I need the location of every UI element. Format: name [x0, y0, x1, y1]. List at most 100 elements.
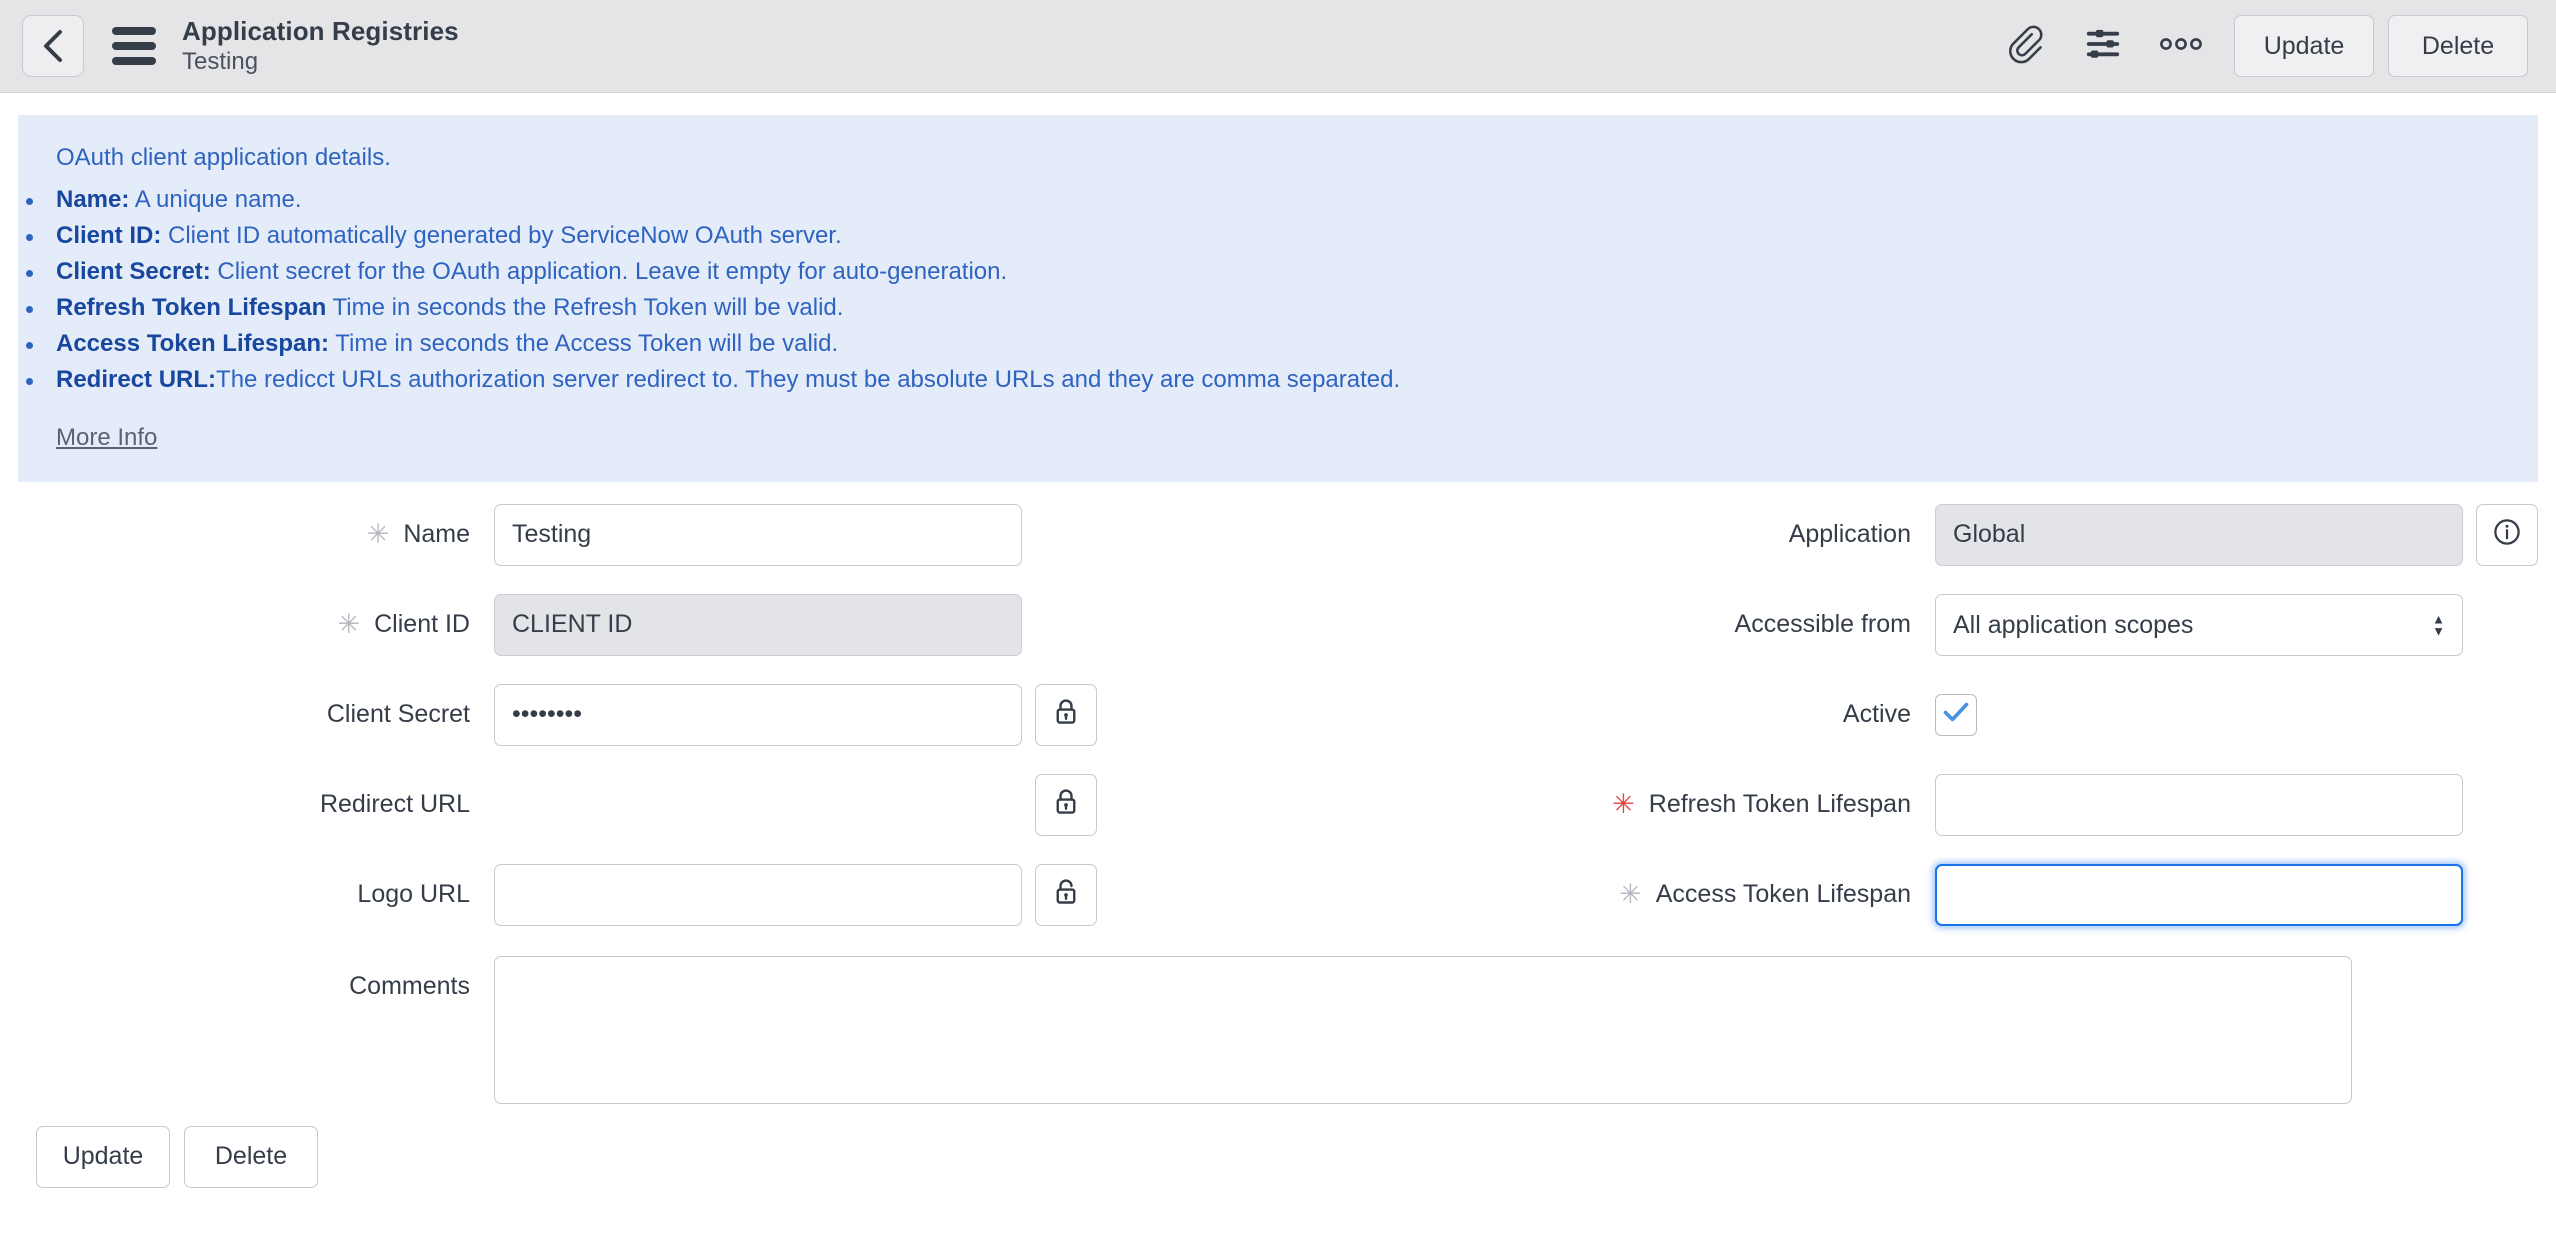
back-button[interactable] — [22, 15, 84, 77]
banner-item-term: Redirect URL: — [56, 365, 217, 393]
name-input[interactable] — [494, 503, 1022, 566]
optional-asterisk-icon: ✳ — [337, 609, 361, 641]
page-title: Application Registries — [182, 15, 459, 46]
control-redirect-url — [494, 773, 1097, 836]
footer-delete-button[interactable]: Delete — [184, 1125, 318, 1188]
field-row-application: Application — [1191, 503, 2538, 594]
client-secret-input[interactable] — [494, 683, 1022, 746]
logo-url-input[interactable] — [494, 863, 1022, 926]
required-asterisk-icon: ✳ — [1612, 789, 1635, 821]
access-token-lifespan-input[interactable] — [1935, 863, 2463, 926]
optional-asterisk-icon: ✳ — [366, 519, 390, 551]
header-delete-button[interactable]: Delete — [2388, 15, 2528, 77]
control-active — [1935, 684, 1977, 736]
optional-asterisk-icon: ✳ — [1619, 879, 1642, 911]
application-info-button[interactable] — [2476, 503, 2538, 566]
footer-update-button[interactable]: Update — [36, 1125, 170, 1188]
accessible-from-select[interactable]: All application scopes This application … — [1935, 593, 2463, 656]
banner-list-item: Name: A unique name. — [26, 182, 2504, 218]
hamburger-bar-2 — [112, 42, 156, 50]
field-row-access-token-lifespan: ✳ Access Token Lifespan — [1191, 863, 2538, 954]
record-title: Testing — [182, 48, 259, 76]
banner-list-item: Access Token Lifespan: Time in seconds t… — [26, 326, 2504, 362]
form-column-right: Application Global Accessible from All a… — [1191, 503, 2538, 954]
ellipsis-icon — [2159, 36, 2203, 57]
field-row-redirect-url: Redirect URL — [18, 773, 1191, 864]
sliders-icon — [2084, 25, 2122, 68]
hamburger-bar-3 — [112, 57, 156, 65]
active-checkbox[interactable] — [1935, 693, 1977, 736]
app-header: Application Registries Testing Update De… — [0, 0, 2556, 93]
field-row-client-secret: Client Secret — [18, 683, 1191, 774]
chevron-left-icon — [40, 29, 66, 63]
label-text: Name — [403, 520, 470, 549]
hamburger-bar-1 — [112, 27, 156, 35]
banner-item-term: Client ID: — [56, 221, 162, 249]
banner-list-item: Client Secret: Client secret for the OAu… — [26, 254, 2504, 290]
banner-item-term: Refresh Token Lifespan — [56, 293, 327, 321]
banner-item-term: Name: — [56, 185, 130, 213]
banner-list-item: Client ID: Client ID automatically gener… — [26, 218, 2504, 254]
header-actions: Update Delete — [1986, 15, 2528, 77]
client-id-input[interactable] — [494, 593, 1022, 656]
field-row-active: Active — [1191, 684, 2538, 774]
label-application: Application — [1191, 504, 1935, 566]
lock-closed-icon — [1053, 787, 1079, 822]
field-row-client-id: ✳ Client ID — [18, 593, 1191, 684]
more-options-button[interactable] — [2142, 15, 2220, 77]
refresh-token-lifespan-input[interactable] — [1935, 773, 2463, 836]
control-logo-url — [494, 863, 1097, 926]
banner-lead-text: OAuth client application details. — [56, 144, 391, 171]
label-text: Logo URL — [357, 880, 470, 909]
info-banner: OAuth client application details. Name: … — [18, 115, 2538, 482]
lock-open-icon — [1053, 877, 1079, 912]
banner-list-item: Redirect URL:The redicct URLs authorizat… — [26, 362, 2504, 398]
label-text: Client Secret — [326, 700, 470, 729]
control-access-token-lifespan — [1935, 863, 2463, 926]
control-refresh-token-lifespan — [1935, 773, 2463, 836]
label-redirect-url: Redirect URL — [18, 774, 494, 836]
field-row-refresh-token-lifespan: ✳ Refresh Token Lifespan — [1191, 773, 2538, 864]
header-update-button[interactable]: Update — [2234, 15, 2374, 77]
more-info-link[interactable]: More Info — [56, 424, 157, 452]
redirect-url-input[interactable] — [494, 773, 1022, 836]
control-application — [1935, 503, 2538, 566]
personalize-form-button[interactable] — [2064, 15, 2142, 77]
control-client-id — [494, 593, 1022, 656]
application-input[interactable] — [1935, 503, 2463, 566]
label-text: Accessible from — [1734, 610, 1911, 639]
checkmark-icon — [1942, 700, 1970, 729]
label-refresh-token-lifespan: ✳ Refresh Token Lifespan — [1191, 774, 1935, 836]
control-client-secret — [494, 683, 1097, 746]
comments-textarea[interactable] — [494, 955, 2352, 1104]
form-column-left: ✳ Name ✳ Client ID Client Secret — [18, 503, 1191, 954]
attachment-button[interactable] — [1986, 15, 2064, 77]
banner-item-term: Client Secret: — [56, 257, 211, 285]
banner-item-desc: Time in seconds the Access Token will be… — [328, 329, 839, 357]
form-columns: ✳ Name ✳ Client ID Client Secret — [18, 503, 2538, 954]
control-name — [494, 503, 1022, 566]
client-secret-lock-button[interactable] — [1035, 683, 1097, 746]
label-text: Refresh Token Lifespan — [1648, 790, 1911, 819]
banner-item-desc: Client secret for the OAuth application.… — [210, 257, 1008, 285]
label-logo-url: Logo URL — [18, 864, 494, 926]
page-title-block: Application Registries Testing — [182, 16, 459, 77]
label-text: Redirect URL — [319, 790, 470, 819]
redirect-url-lock-button[interactable] — [1035, 773, 1097, 836]
lock-closed-icon — [1053, 697, 1079, 732]
banner-list: Name: A unique name. Client ID: Client I… — [26, 182, 2504, 398]
label-active: Active — [1191, 684, 1935, 746]
banner-item-term: Access Token Lifespan: — [56, 329, 329, 357]
label-text: Comments — [349, 972, 470, 1001]
accessible-from-select-wrapper: All application scopes This application … — [1935, 593, 2463, 656]
label-client-secret: Client Secret — [18, 684, 494, 746]
label-comments: Comments — [18, 956, 494, 1018]
control-accessible-from: All application scopes This application … — [1935, 593, 2463, 656]
banner-item-desc: Client ID automatically generated by Ser… — [161, 221, 842, 249]
label-text: Client ID — [374, 610, 470, 639]
logo-url-lock-button[interactable] — [1035, 863, 1097, 926]
field-row-logo-url: Logo URL — [18, 863, 1191, 954]
hamburger-menu-icon[interactable] — [112, 27, 156, 65]
label-text: Access Token Lifespan — [1655, 880, 1911, 909]
banner-item-desc: A unique name. — [129, 185, 302, 213]
